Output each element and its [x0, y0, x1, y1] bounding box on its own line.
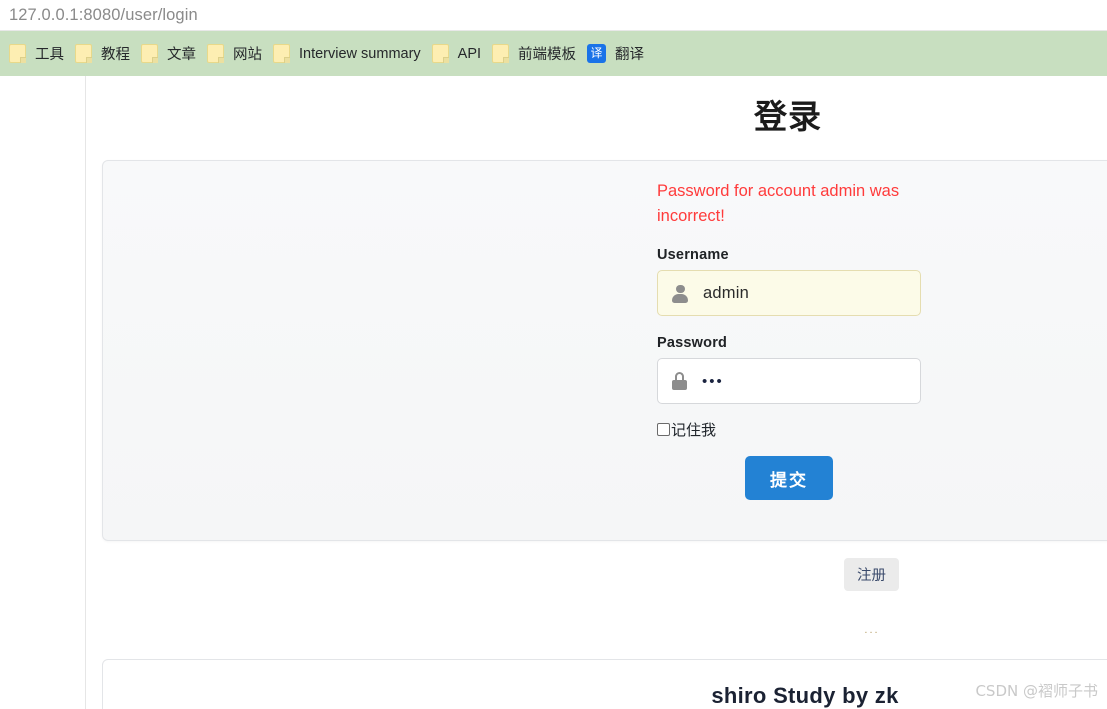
- bookmark-item-interview-summary[interactable]: Interview summary: [271, 39, 430, 69]
- remember-me-label: 记住我: [671, 421, 717, 439]
- password-label: Password: [657, 335, 728, 351]
- bookmark-label: 工具: [35, 47, 64, 63]
- login-form: Password for account admin was incorrect…: [657, 179, 921, 500]
- bookmark-label: API: [457, 45, 482, 62]
- url-path: :8080/user/login: [78, 5, 198, 24]
- bookmark-label: 教程: [101, 47, 130, 63]
- bookmark-item-articles[interactable]: 文章: [139, 39, 205, 69]
- folder-icon: [141, 44, 158, 63]
- register-button[interactable]: 注册: [844, 558, 899, 591]
- password-input[interactable]: •••: [657, 358, 921, 404]
- lock-icon: [672, 372, 687, 390]
- bookmark-item-tutorials[interactable]: 教程: [73, 39, 139, 69]
- folder-icon: [9, 44, 26, 63]
- bookmark-item-tools[interactable]: 工具: [7, 39, 73, 69]
- bookmark-item-api[interactable]: API: [430, 39, 490, 69]
- username-label: Username: [657, 247, 729, 263]
- translate-icon: 译: [587, 44, 607, 63]
- bookmark-item-websites[interactable]: 网站: [205, 39, 271, 69]
- error-message: Password for account admin was incorrect…: [657, 182, 900, 225]
- content-container: 登录 Password for account admin was incorr…: [85, 76, 1107, 709]
- folder-icon: [273, 44, 290, 63]
- url-text: 127.0.0.1:8080/user/login: [9, 6, 198, 25]
- bookmark-label: 翻译: [615, 47, 645, 63]
- bookmark-item-translate[interactable]: 译 翻译: [585, 39, 653, 69]
- password-value: •••: [702, 372, 724, 390]
- bookmark-item-frontend-templates[interactable]: 前端模板: [490, 39, 585, 69]
- footer-card: shiro Study by zk: [102, 659, 1107, 709]
- url-host: 127.0.0.1: [9, 5, 79, 24]
- page-title: 登录: [754, 97, 822, 136]
- bookmark-label: Interview summary: [299, 45, 421, 62]
- remember-me-row[interactable]: 记住我: [657, 419, 921, 440]
- bookmark-label: 前端模板: [518, 47, 577, 63]
- username-value: admin: [703, 283, 749, 302]
- folder-icon: [431, 44, 449, 63]
- footer-title: shiro Study by zk: [711, 683, 899, 708]
- separator-dots: ...: [864, 624, 880, 636]
- folder-icon: [492, 44, 510, 63]
- folder-icon: [207, 44, 224, 63]
- submit-button[interactable]: 提交: [745, 456, 833, 500]
- bookmark-label: 文章: [167, 47, 196, 63]
- csdn-watermark: CSDN @褶师子书: [975, 682, 1098, 700]
- username-input[interactable]: admin: [657, 270, 921, 316]
- login-panel: Password for account admin was incorrect…: [102, 160, 1107, 541]
- browser-url-bar[interactable]: 127.0.0.1:8080/user/login: [0, 0, 1107, 31]
- bookmarks-bar: 工具 教程 文章 网站 Interview summary API 前端模板 译…: [0, 31, 1107, 76]
- page-body: 登录 Password for account admin was incorr…: [0, 76, 1107, 709]
- bookmark-label: 网站: [233, 47, 262, 63]
- person-icon: [672, 284, 688, 303]
- remember-me-checkbox[interactable]: [657, 423, 670, 436]
- folder-icon: [75, 44, 92, 63]
